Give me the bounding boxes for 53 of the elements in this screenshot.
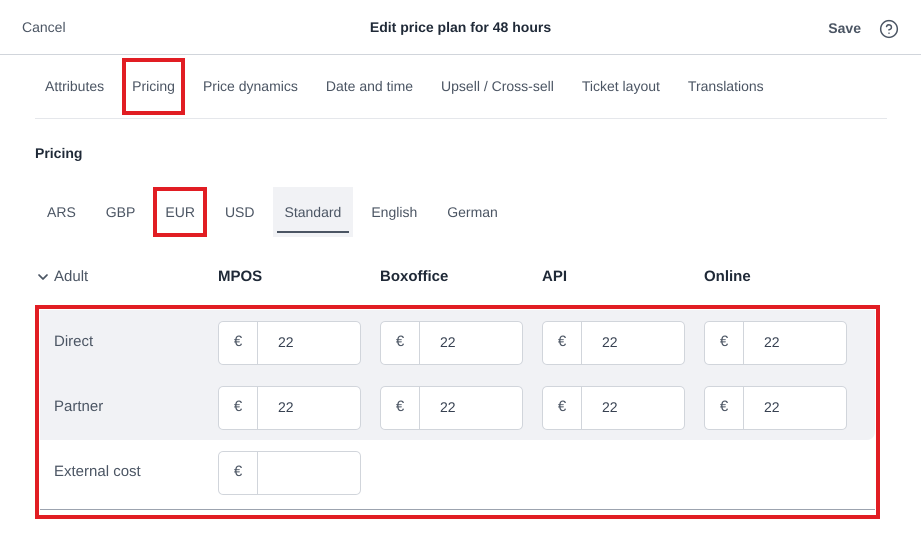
tab[interactable]: Date and time (316, 58, 424, 115)
row-label: Direct (53, 332, 94, 352)
price-field[interactable]: 22 (258, 322, 358, 364)
price-input[interactable]: € 22 (542, 320, 685, 364)
price-field[interactable]: 22 (582, 322, 682, 364)
segment-tab[interactable]: English (359, 187, 430, 237)
currency-prefix: € (219, 452, 258, 494)
price-field[interactable]: 22 (420, 322, 520, 364)
tab[interactable]: Upsell / Cross-sell (431, 58, 564, 115)
cancel-button[interactable]: Cancel (22, 16, 322, 38)
tab[interactable]: Ticket layout (572, 58, 670, 115)
row-label: Partner (53, 397, 104, 418)
price-input[interactable]: € (218, 450, 361, 494)
price-field[interactable]: 22 (744, 322, 844, 364)
segment-tab[interactable]: GBP (94, 187, 148, 237)
section-title: Pricing (35, 144, 84, 163)
segment-tab[interactable]: EUR (153, 187, 207, 237)
currency-prefix: € (219, 322, 258, 364)
column-header: Online (704, 266, 752, 287)
segment-tab[interactable]: ARS (35, 187, 88, 237)
save-button[interactable]: Save (828, 18, 861, 39)
window-title: Edit price plan for 48 hours (370, 18, 552, 37)
price-input[interactable]: € 22 (704, 386, 847, 430)
currency-prefix: € (705, 386, 744, 428)
currency-prefix: € (543, 386, 582, 428)
price-input[interactable]: € 22 (542, 386, 685, 430)
currency-prefix: € (705, 322, 744, 364)
tab[interactable]: Translations (678, 58, 774, 115)
tab[interactable]: Pricing (122, 58, 185, 115)
price-input[interactable]: € 22 (380, 386, 523, 430)
price-field[interactable]: 22 (420, 386, 520, 428)
price-input[interactable]: € 22 (218, 320, 361, 364)
help-icon[interactable] (879, 18, 899, 38)
segment-tab[interactable]: USD (212, 187, 266, 237)
currency-prefix: € (381, 386, 420, 428)
price-field[interactable]: 22 (744, 386, 844, 428)
currency-prefix: € (543, 322, 582, 364)
currency-prefix: € (219, 386, 258, 428)
group-toggle[interactable]: Adult (35, 266, 218, 288)
column-header: MPOS (218, 266, 264, 287)
segment-tab[interactable]: German (435, 187, 510, 237)
price-input[interactable]: € 22 (218, 386, 361, 430)
currency-prefix: € (381, 322, 420, 364)
tab[interactable]: Price dynamics (192, 58, 308, 115)
price-field[interactable]: 22 (258, 386, 358, 428)
row-label: External cost (53, 462, 142, 482)
price-field[interactable]: 22 (582, 386, 682, 428)
price-input[interactable]: € 22 (380, 320, 523, 364)
segment-tab[interactable]: Standard (272, 187, 354, 237)
column-header: Boxoffice (380, 266, 450, 287)
price-input[interactable]: € 22 (704, 320, 847, 364)
column-header: API (542, 266, 568, 287)
tab[interactable]: Attributes (35, 58, 114, 115)
